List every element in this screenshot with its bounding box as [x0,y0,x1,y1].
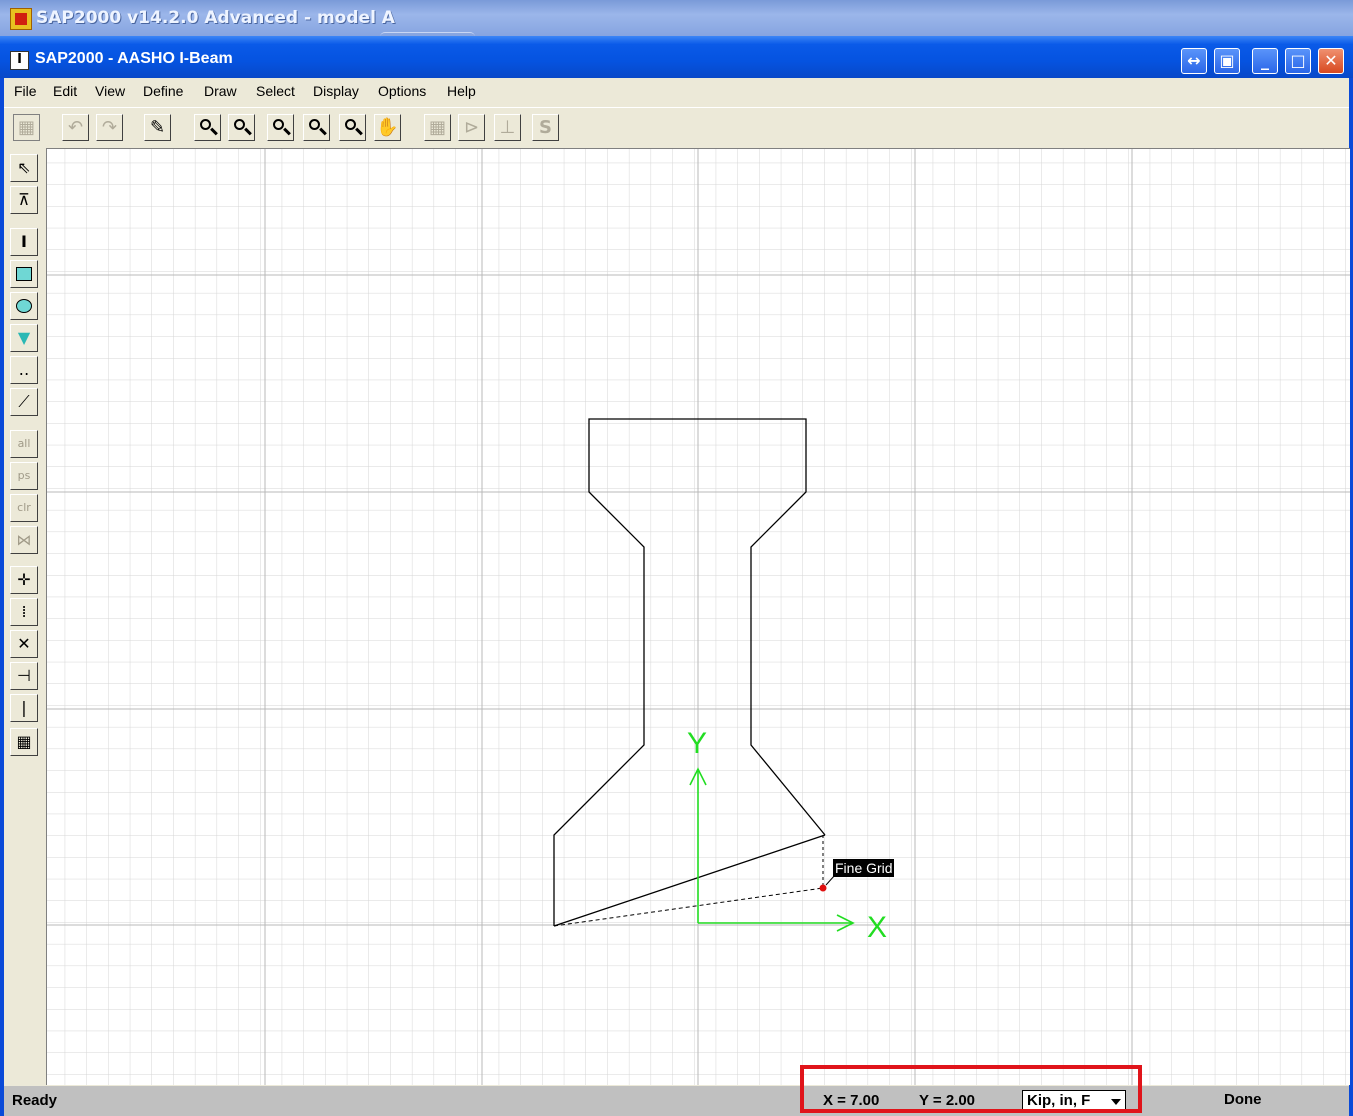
drawing-canvas[interactable]: Y X Fine Grid [46,148,1350,1085]
draw-rebar-line-icon[interactable]: ‥ [10,356,38,384]
snap-point-marker [819,884,827,892]
menu-draw[interactable]: Draw [204,83,237,99]
outer-title-bar: SAP2000 v14.2.0 Advanced - model A [0,0,1353,36]
menu-view[interactable]: View [95,83,125,99]
redo-icon[interactable]: ↷ [96,114,123,141]
snap-midpoint-icon[interactable]: ⁞ [10,598,38,626]
outer-window-title: SAP2000 v14.2.0 Advanced - model A [36,8,395,28]
main-toolbar: ▦ ↶ ↷ ✎ ✋ ▦ ⊳ ⊥ S [4,107,1349,149]
y-axis-label: Y [687,727,707,760]
maximize-icon[interactable]: □ [1285,48,1311,74]
fine-grid-tooltip: Fine Grid [835,860,893,876]
highlight-box [800,1065,1142,1113]
menu-file[interactable]: File [14,83,37,99]
left-toolbar: ⇖ ⊼ I ▼ ‥ ⟋ all ps clr ⋈ ✛ ⁞ ✕ ⊣ | ▦ [4,148,46,1084]
pan-icon[interactable]: ✋ [374,114,401,141]
snap-line-icon[interactable]: | [10,694,38,722]
window-title-bar[interactable]: I SAP2000 - AASHO I-Beam ↔ ▣ _ □ ✕ [0,36,1353,78]
select-previous-icon[interactable]: ps [10,462,38,490]
status-ready: Ready [12,1092,58,1109]
pointer-icon[interactable]: ⇖ [10,154,38,182]
menu-select[interactable]: Select [256,83,295,99]
draw-polygon-icon[interactable]: ▼ [10,324,38,352]
zoom-in-icon[interactable] [267,114,294,141]
select-all-icon[interactable]: all [10,430,38,458]
new-icon[interactable]: ▦ [13,114,40,141]
status-bar: Ready X = 7.00 Y = 2.00 [4,1086,1349,1116]
zoom-restore-icon[interactable] [228,114,255,141]
menu-display[interactable]: Display [313,83,359,99]
restore-arrows-icon[interactable]: ↔ [1181,48,1207,74]
minimize-icon[interactable]: _ [1252,48,1278,74]
select-point-icon[interactable]: ⊼ [10,186,38,214]
menu-options[interactable]: Options [378,83,426,99]
menu-help[interactable]: Help [447,83,476,99]
grid-icon[interactable]: ▦ [424,114,451,141]
menu-define[interactable]: Define [143,83,183,99]
axes-icon[interactable]: ⊳ [458,114,485,141]
menu-bar: File Edit View Define Draw Select Displa… [4,78,1349,104]
section-drawing: Y X Fine Grid [47,149,1350,1085]
menu-edit[interactable]: Edit [53,83,77,99]
sap2000-app-icon [10,8,32,30]
draw-circle-icon[interactable] [10,292,38,320]
zoom-out-icon[interactable] [339,114,366,141]
snap-perpendicular-icon[interactable]: ⊣ [10,662,38,690]
draw-line-icon[interactable]: ⟋ [10,388,38,416]
snap-fine-grid-icon[interactable]: ▦ [10,728,38,756]
x-axis-label: X [867,911,887,944]
undo-icon[interactable]: ↶ [62,114,89,141]
snap-intersection-icon[interactable]: ✕ [10,630,38,658]
clear-selection-icon[interactable]: clr [10,494,38,522]
pencil-icon[interactable]: ✎ [144,114,171,141]
draw-rectangle-icon[interactable] [10,260,38,288]
close-icon[interactable]: ✕ [1318,48,1344,74]
zoom-window-icon[interactable] [194,114,221,141]
snap-points-icon[interactable]: ✛ [10,566,38,594]
section-s-icon[interactable]: S [532,114,559,141]
zoom-in-step-icon[interactable] [303,114,330,141]
select-intersecting-icon[interactable]: ⋈ [10,526,38,554]
snap-icon[interactable]: ⊥ [494,114,521,141]
restore-icon[interactable]: ▣ [1214,48,1240,74]
window-icon[interactable]: I [10,51,29,70]
window-title: SAP2000 - AASHO I-Beam [35,50,233,67]
status-done: Done [1224,1091,1262,1108]
draw-i-shape-icon[interactable]: I [10,228,38,256]
